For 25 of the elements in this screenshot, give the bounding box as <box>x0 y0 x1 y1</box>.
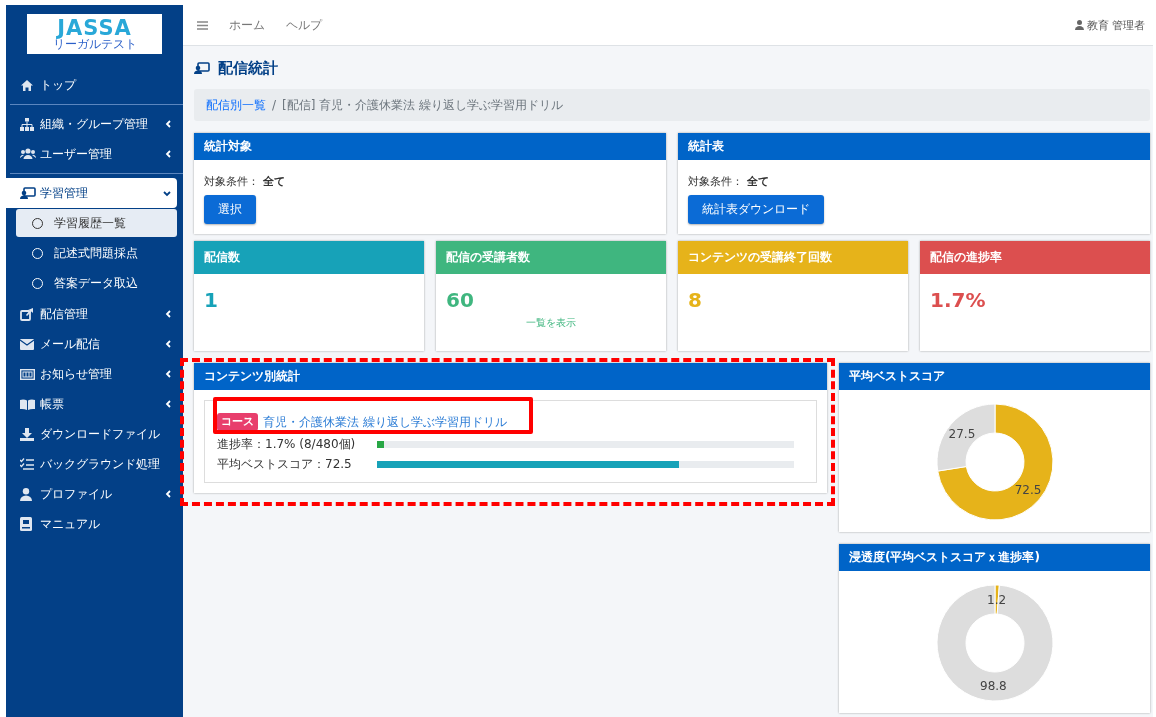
condition-text: 対象条件： 全て <box>204 174 286 189</box>
panel-title: 配信の進捗率 <box>930 249 1002 266</box>
panel-title: 配信の受講者数 <box>446 249 530 266</box>
metric-label: 進捗率：1.7% (8/480個) <box>217 435 357 453</box>
data-label: 98.8 <box>979 679 1007 694</box>
metric-label: 平均ベストスコア：72.5 <box>217 455 353 473</box>
condition-text: 対象条件： 全て <box>688 174 770 189</box>
stat-value: 1.7% <box>930 288 987 312</box>
data-label: 72.5 <box>1014 483 1041 498</box>
stat-value: 8 <box>688 288 703 312</box>
breadcrumb-separator: / <box>272 98 277 112</box>
logo-title: JASSA <box>57 17 132 38</box>
stat-value: 60 <box>446 288 475 312</box>
panel-title: コンテンツの受講終了回数 <box>688 249 832 266</box>
breadcrumb-current: [配信] 育児・介護休業法 繰り返し学ぶ学習用ドリル <box>282 96 564 114</box>
course-badge: コース <box>217 413 258 431</box>
panel-title: 統計対象 <box>204 138 252 155</box>
data-label: 27.5 <box>948 426 975 441</box>
panel-title: 統計表 <box>688 138 724 155</box>
page-title: 配信統計 <box>218 59 278 78</box>
panel-title: 平均ベストスコア <box>849 368 945 385</box>
panel-title: 配信数 <box>204 249 240 266</box>
panel-title: 浸透度(平均ベストスコアｘ進捗率) <box>849 549 1040 566</box>
stat-value: 1 <box>204 288 219 312</box>
panel-title: コンテンツ別統計 <box>204 368 300 385</box>
